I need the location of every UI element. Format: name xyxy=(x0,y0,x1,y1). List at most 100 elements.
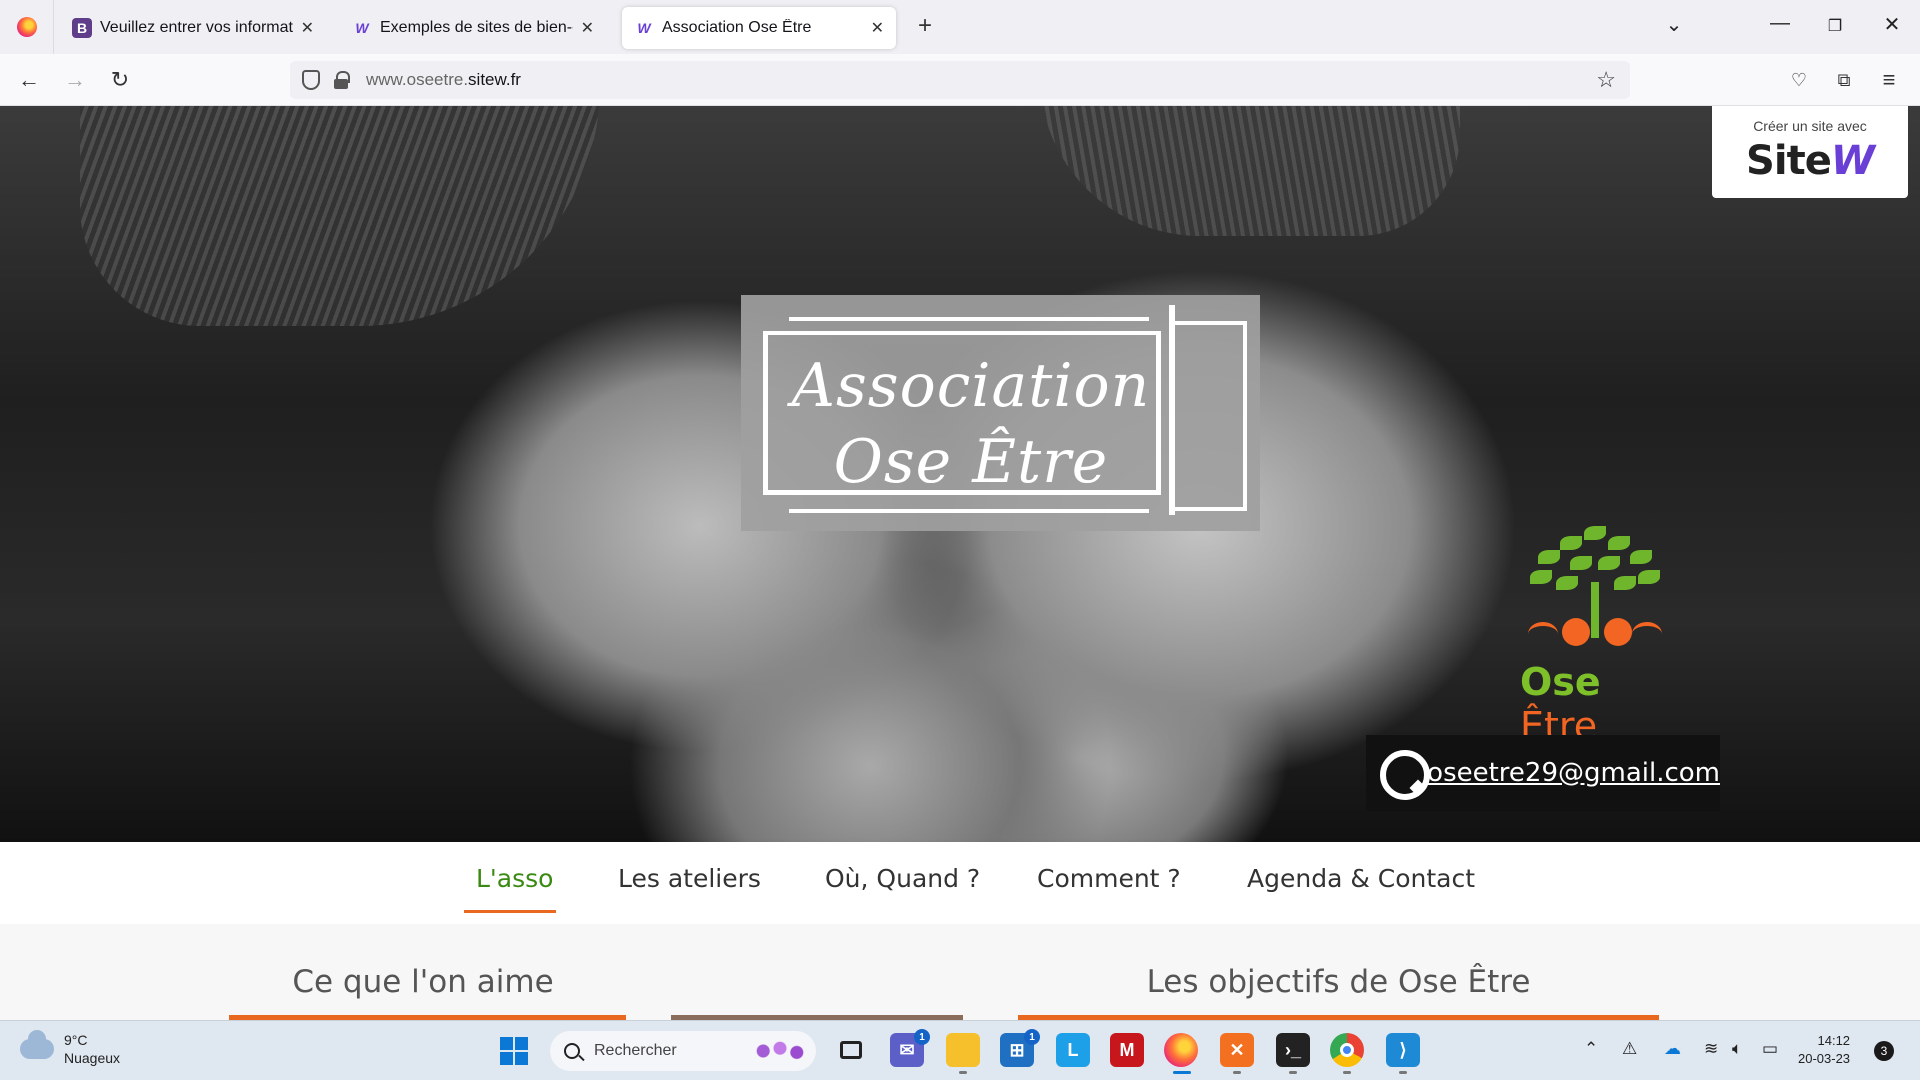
tree-trunk xyxy=(1591,582,1599,638)
hero-banner: Créer un site avec SiteW Association Ose… xyxy=(0,106,1920,842)
sitew-logo-main: Site xyxy=(1746,138,1832,184)
weather-description: Nuageux xyxy=(64,1050,121,1066)
running-indicator xyxy=(959,1071,967,1074)
wifi-icon[interactable]: ≋ xyxy=(1704,1039,1718,1059)
teams-chat-icon[interactable]: ✉ 1 xyxy=(890,1029,930,1067)
page-content: Ce que l'on aime Les objectifs de Ose Êt… xyxy=(0,924,1920,1020)
windows-start-icon[interactable] xyxy=(500,1037,528,1065)
sitew-create-site-badge[interactable]: Créer un site avec SiteW xyxy=(1712,106,1908,198)
brand-green-word: Ose xyxy=(1520,660,1601,704)
browser-navigation-bar: ← → ↻ www.oseetre.sitew.fr ☆ ♡ ⧉ ≡ xyxy=(0,54,1920,106)
site-title-box: Association Ose Être xyxy=(741,295,1260,531)
app-menu-hamburger-icon[interactable]: ≡ xyxy=(1874,66,1904,96)
weather-widget[interactable]: 9°C Nuageux xyxy=(20,1030,120,1067)
hero-photo-sleeve-left xyxy=(80,106,600,326)
menu-item-asso[interactable]: L'asso xyxy=(476,864,553,893)
forward-arrow-icon[interactable]: → xyxy=(60,66,90,96)
store-badge: 1 xyxy=(1024,1029,1040,1045)
url-prefix: www.oseetre. xyxy=(366,70,469,89)
ose-etre-logo: Ose Être xyxy=(1510,526,1680,748)
mcafee-icon[interactable]: M xyxy=(1110,1033,1144,1067)
windows-taskbar: 9°C Nuageux Rechercher ✉ 1 ⊞ 1 L M ✕ ›_ ⟩ … xyxy=(0,1020,1920,1080)
xampp-icon[interactable]: ✕ xyxy=(1220,1033,1254,1067)
back-arrow-icon[interactable]: ← xyxy=(14,66,44,96)
restore-window-icon[interactable]: ❐ xyxy=(1815,16,1855,36)
running-indicator xyxy=(1289,1071,1297,1074)
url-text[interactable]: www.oseetre.sitew.fr xyxy=(366,70,521,90)
taskbar-search-box[interactable]: Rechercher xyxy=(550,1031,816,1071)
search-placeholder: Rechercher xyxy=(594,1042,677,1059)
tab-title: Veuillez entrer vos informations xyxy=(100,19,293,36)
site-title-line2: Ose Être xyxy=(833,427,1109,497)
l-app-icon[interactable]: L xyxy=(1056,1033,1090,1067)
tab-title: Exemples de sites de bien-être xyxy=(380,19,573,36)
site-title-line1: Association xyxy=(791,351,1151,421)
list-all-tabs-chevron-icon[interactable]: ⌄ xyxy=(1654,12,1694,37)
hand-icon xyxy=(1632,622,1662,646)
extensions-puzzle-icon[interactable]: ⧉ xyxy=(1829,66,1859,96)
menu-item-ateliers[interactable]: Les ateliers xyxy=(618,864,761,893)
running-indicator xyxy=(1343,1071,1351,1074)
reload-icon[interactable]: ↻ xyxy=(105,66,135,96)
running-indicator xyxy=(1399,1071,1407,1074)
search-highlight-flowers-icon xyxy=(752,1037,808,1065)
bookmark-star-icon[interactable]: ☆ xyxy=(1596,67,1616,93)
email-contact-box[interactable]: oseetre29@gmail.com xyxy=(1366,735,1720,811)
running-indicator-active xyxy=(1173,1071,1191,1074)
address-bar[interactable]: www.oseetre.sitew.fr ☆ xyxy=(290,61,1630,99)
section-title-objectifs: Les objectifs de Ose Être xyxy=(1146,964,1531,1000)
sitew-logo-accent: W xyxy=(1830,138,1875,184)
minimize-window-icon[interactable]: — xyxy=(1760,12,1800,35)
battery-icon[interactable]: ▭ xyxy=(1762,1039,1778,1059)
security-warning-icon[interactable]: ⚠ xyxy=(1622,1039,1637,1059)
firefox-icon xyxy=(16,17,37,37)
volume-icon[interactable]: 🔈︎ xyxy=(1732,1039,1742,1059)
menu-item-ou-quand[interactable]: Où, Quand ? xyxy=(825,864,980,893)
task-view-icon[interactable] xyxy=(834,1033,868,1067)
vscode-icon[interactable]: ⟩ xyxy=(1386,1033,1420,1067)
clock-date: 20-03-23 xyxy=(1798,1051,1851,1066)
sitew-favicon-icon: W xyxy=(355,20,369,36)
cloud-icon xyxy=(20,1030,54,1059)
sitew-logo: SiteW xyxy=(1712,138,1908,184)
chrome-icon[interactable] xyxy=(1330,1033,1364,1067)
tab-informations[interactable]: B Veuillez entrer vos informations ✕ xyxy=(60,7,326,49)
file-explorer-icon[interactable] xyxy=(946,1033,980,1067)
tab-close-icon[interactable]: ✕ xyxy=(301,18,314,38)
teams-badge: 1 xyxy=(914,1029,930,1045)
apple-icon xyxy=(1562,618,1590,646)
tab-close-icon[interactable]: ✕ xyxy=(581,18,594,38)
site-main-menu: L'asso Les ateliers Où, Quand ? Comment … xyxy=(0,842,1920,924)
new-tab-plus-icon[interactable]: + xyxy=(910,12,940,40)
bootstrap-favicon-icon: B xyxy=(72,18,92,38)
menu-item-comment[interactable]: Comment ? xyxy=(1037,864,1181,893)
tab-exemples-sites[interactable]: W Exemples de sites de bien-être ✕ xyxy=(340,7,606,49)
tab-title: Association Ose Être xyxy=(662,19,812,36)
onedrive-cloud-icon[interactable]: ☁ xyxy=(1664,1039,1681,1059)
pocket-icon[interactable]: ♡ xyxy=(1784,66,1814,96)
section-title-ce-que-lon-aime: Ce que l'on aime xyxy=(292,964,554,1000)
email-link[interactable]: oseetre29@gmail.com xyxy=(1427,758,1720,788)
system-clock[interactable]: 14:12 20-03-23 xyxy=(1798,1032,1850,1068)
microsoft-store-icon[interactable]: ⊞ 1 xyxy=(1000,1029,1040,1067)
firefox-taskbar-icon[interactable] xyxy=(1164,1033,1198,1067)
tab-close-icon[interactable]: ✕ xyxy=(871,18,884,38)
insecure-lock-icon[interactable] xyxy=(334,71,350,89)
sitew-badge-caption: Créer un site avec xyxy=(1753,118,1867,134)
sitew-favicon-icon: W xyxy=(637,20,651,36)
menu-item-agenda-contact[interactable]: Agenda & Contact xyxy=(1247,864,1475,893)
close-window-icon[interactable]: ✕ xyxy=(1872,12,1912,37)
weather-text: 9°C Nuageux xyxy=(64,1031,120,1067)
search-icon xyxy=(564,1043,580,1059)
chat-bubble-icon xyxy=(1378,748,1431,800)
show-hidden-icons-chevron-icon[interactable]: ⌃ xyxy=(1584,1039,1598,1059)
notification-count-badge[interactable]: 3 xyxy=(1874,1041,1894,1061)
weather-temperature: 9°C xyxy=(64,1032,88,1048)
clock-time: 14:12 xyxy=(1817,1033,1851,1048)
running-indicator xyxy=(1233,1071,1241,1074)
firefox-menu-button[interactable] xyxy=(0,0,54,54)
terminal-icon[interactable]: ›_ xyxy=(1276,1033,1310,1067)
tab-association-ose-etre[interactable]: W Association Ose Être ✕ xyxy=(622,7,896,49)
tracking-protection-shield-icon[interactable] xyxy=(302,70,320,90)
active-menu-underline xyxy=(464,910,556,913)
